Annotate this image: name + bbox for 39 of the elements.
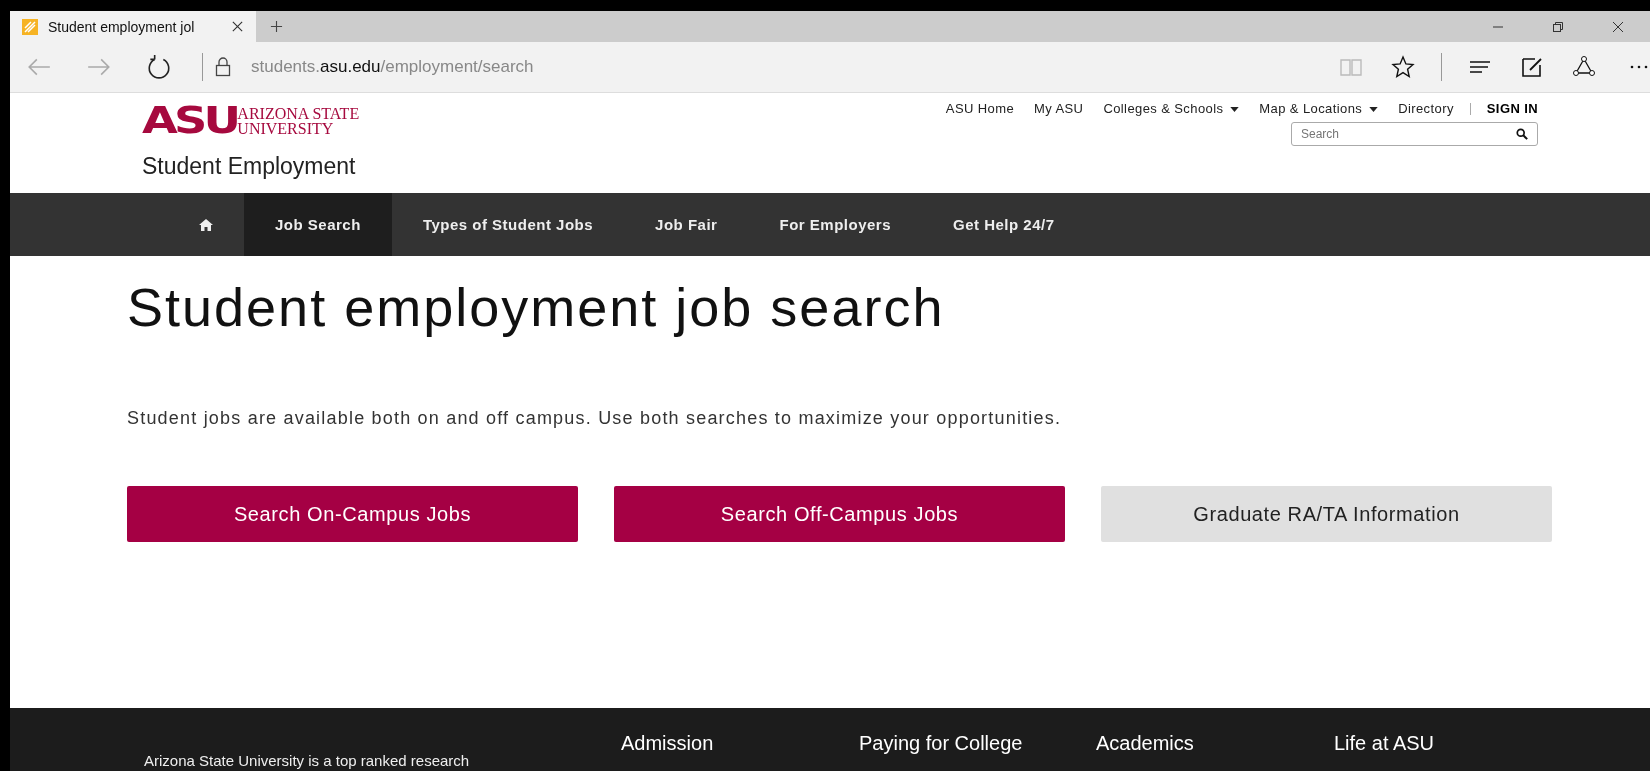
tab-title: Student employment jol [48,18,196,35]
action-button[interactable]: Search On-Campus Jobs [127,486,578,542]
address-field[interactable]: students.asu.edu/employment/search [251,57,534,77]
browser-tab[interactable]: Student employment jol [10,11,256,42]
nav-tab[interactable]: For Employers [748,193,922,256]
search-field[interactable]: Search [1291,122,1538,146]
footer-heading[interactable]: Paying for College [859,732,1023,755]
top-link[interactable]: My ASU [1034,101,1084,116]
footer-heading[interactable]: Life at ASU [1334,732,1435,755]
footer-heading[interactable]: Academics [1096,732,1194,755]
nav-tab[interactable]: Get Help 24/7 [922,193,1086,256]
close-icon[interactable] [231,20,244,33]
intro-text: Student jobs are available both on and off campus. Use both searches to maximize your opportunities. [127,408,1063,429]
restore-icon[interactable] [1552,20,1564,33]
lock-icon [215,57,231,77]
star-icon[interactable] [1391,55,1415,79]
share-icon[interactable] [1572,55,1596,79]
top-link[interactable]: Map & Locations [1259,101,1379,116]
nav-tab[interactable]: Types of Student Jobs [391,193,625,256]
more-icon[interactable] [1628,64,1650,70]
home-icon [199,218,213,231]
sign-in-link[interactable]: SIGN IN [1486,101,1538,116]
refresh-icon[interactable] [146,54,172,80]
search-icon[interactable] [1516,128,1528,140]
action-button[interactable]: Search Off-Campus Jobs [614,486,1065,542]
nav-tab[interactable]: Job Search [244,193,392,256]
nav-tab[interactable]: Job Fair [624,193,749,256]
top-link[interactable]: Directory [1398,101,1454,116]
footer-heading[interactable]: Admission [621,732,714,755]
action-button[interactable]: Graduate RA/TA Information [1101,486,1552,542]
close-icon[interactable] [1612,20,1624,33]
top-link[interactable]: Colleges & Schools [1103,101,1240,116]
favicon-icon [22,18,38,35]
note-pen-icon[interactable] [1520,55,1544,79]
top-link[interactable]: ASU Home [945,101,1015,116]
page-heading: Student employment job search [127,276,946,338]
plus-icon[interactable] [270,20,283,33]
site-title[interactable]: Student Employment [142,153,356,180]
footer-text: Arizona State University is a top ranked research [144,752,470,769]
